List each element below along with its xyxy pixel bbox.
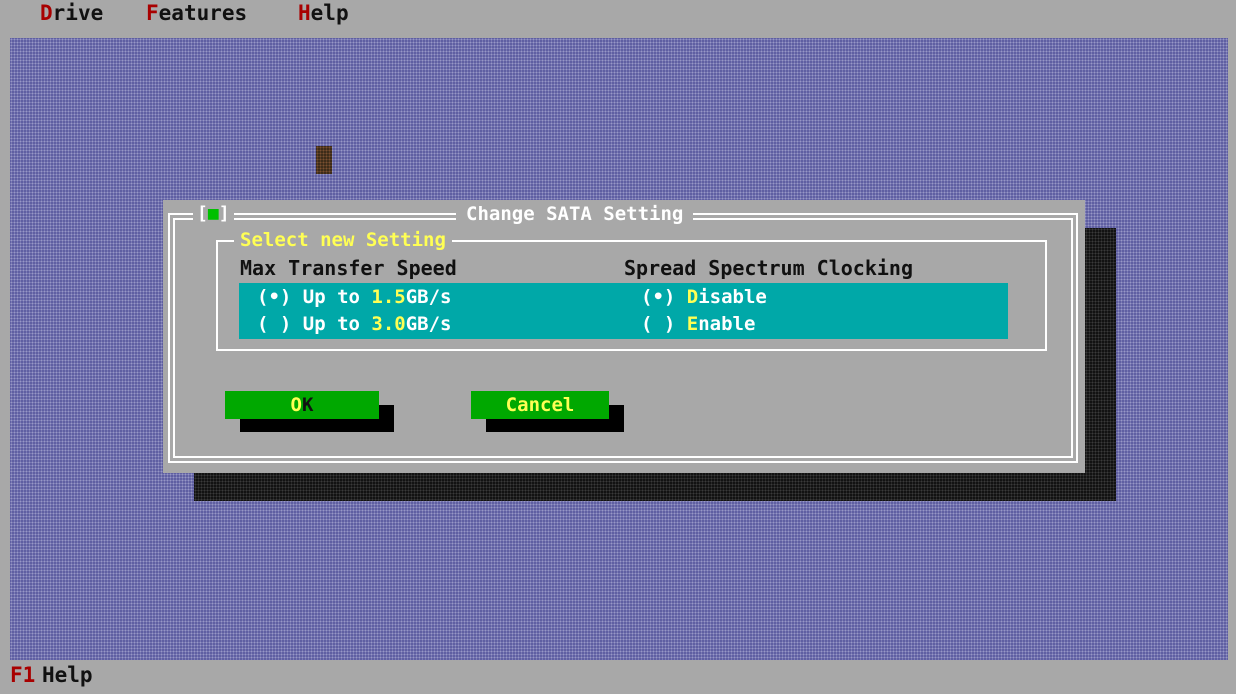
ssc-label-disable: isable xyxy=(698,286,767,308)
dialog-title: Change SATA Setting xyxy=(456,203,694,225)
menu-features-label: eatures xyxy=(158,1,248,25)
change-sata-setting-dialog: [■] Change SATA Setting Select new Setti… xyxy=(163,200,1085,473)
ssc-radio-disable: (•) xyxy=(641,286,676,308)
speed-heading: Max Transfer Speed xyxy=(240,256,457,280)
ssc-hotkey-enable: E xyxy=(686,313,699,335)
speed-option-1-5[interactable]: (•) Up to 1.5GB/s xyxy=(257,284,452,310)
speed-value-1-5: 1.5 xyxy=(371,286,406,308)
ok-button[interactable]: OK xyxy=(225,391,379,419)
ssc-option-enable[interactable]: ( ) Enable xyxy=(641,311,755,337)
cancel-label: ancel xyxy=(517,394,575,416)
speed-value-3-0: 3.0 xyxy=(371,313,406,335)
close-icon: ■ xyxy=(207,203,219,224)
ok-hotkey: O xyxy=(290,394,302,416)
f1-key[interactable]: F1 xyxy=(10,656,35,694)
close-bracket-left: [ xyxy=(197,203,208,224)
ssc-label-enable: nable xyxy=(698,313,756,335)
ok-label: K xyxy=(302,394,314,416)
cancel-button[interactable]: Cancel xyxy=(471,391,609,419)
ssc-hotkey-disable: D xyxy=(686,286,699,308)
options-area: (•) Up to 1.5GB/s ( ) Up to 3.0GB/s (•) … xyxy=(239,283,1008,339)
menu-bar: Drive Features Help xyxy=(0,0,1236,38)
menu-help-label: elp xyxy=(310,1,349,25)
cancel-hotkey: C xyxy=(505,394,518,416)
menu-features[interactable]: Features xyxy=(146,0,247,32)
menu-drive-label: rive xyxy=(52,1,104,25)
menu-drive-hotkey: D xyxy=(40,1,53,25)
menu-drive[interactable]: Drive xyxy=(40,0,103,32)
ssc-heading: Spread Spectrum Clocking xyxy=(624,256,913,280)
ssc-option-disable[interactable]: (•) Disable xyxy=(641,284,767,310)
close-bracket-right: ] xyxy=(218,203,230,224)
menu-help[interactable]: Help xyxy=(298,0,349,32)
cursor-block xyxy=(316,146,332,174)
speed-radio-1-5: (•) xyxy=(257,286,292,308)
ssc-radio-enable: ( ) xyxy=(641,313,676,335)
speed-prefix-1-5: Up to xyxy=(291,286,372,308)
speed-radio-3-0: ( ) xyxy=(257,313,292,335)
group-title: Select new Setting xyxy=(234,228,452,252)
menu-help-hotkey: H xyxy=(298,1,311,25)
speed-unit-3-0: GB/s xyxy=(405,313,452,335)
menu-features-hotkey: F xyxy=(146,1,159,25)
status-bar: F1 Help xyxy=(0,660,1236,687)
close-button[interactable]: [■] xyxy=(193,203,234,225)
speed-prefix-3-0: Up to xyxy=(291,313,372,335)
speed-unit-1-5: GB/s xyxy=(405,286,452,308)
speed-option-3-0[interactable]: ( ) Up to 3.0GB/s xyxy=(257,311,452,337)
help-hint: Help xyxy=(42,663,93,687)
